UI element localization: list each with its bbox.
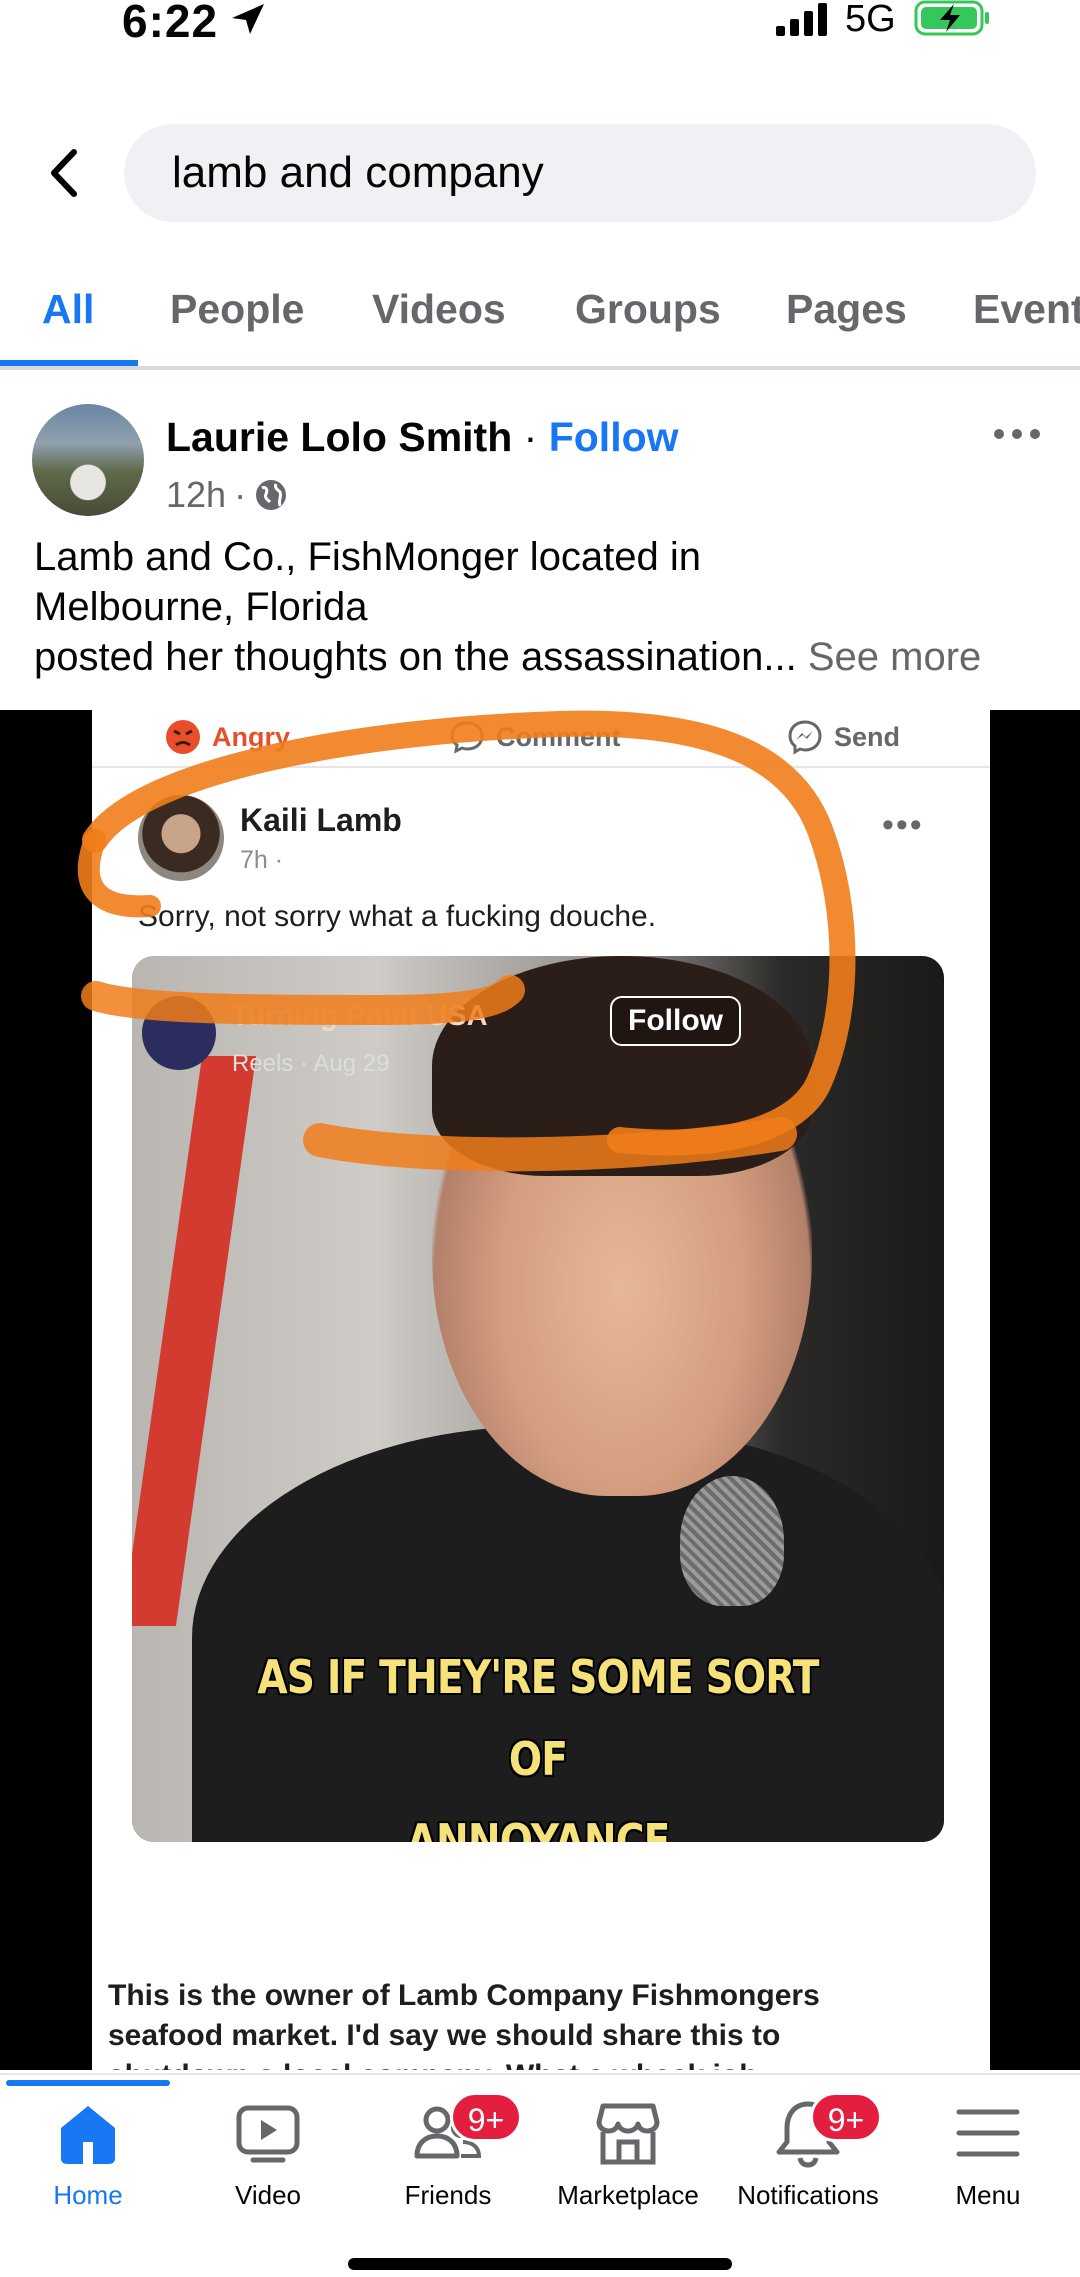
embedded-bottom-text: This is the owner of Lamb Company Fishmo…	[108, 1976, 968, 2070]
signal-icon	[776, 3, 827, 36]
friends-badge: 9+	[450, 2092, 522, 2142]
status-bar: 6:22 5G	[0, 0, 1080, 50]
post-time[interactable]: 12h	[166, 474, 226, 516]
microphone	[680, 1476, 784, 1606]
tab-groups[interactable]: Groups	[575, 286, 721, 333]
separator-dot: ·	[523, 414, 538, 460]
embedded-post-time: 7h ·	[240, 846, 284, 874]
home-indicator	[348, 2258, 732, 2270]
video-icon	[236, 2105, 300, 2163]
embedded-angry-label: Angry	[212, 721, 291, 752]
tab-events[interactable]: Event	[973, 286, 1080, 333]
globe-icon	[256, 480, 287, 510]
marketplace-icon	[596, 2103, 660, 2165]
search-filter-tabs: All People Videos Groups Pages Event	[0, 268, 1080, 370]
embedded-bottom-line: seafood market. I'd say we should share …	[108, 2019, 781, 2052]
nav-label: Marketplace	[557, 2180, 699, 2210]
home-icon	[61, 2106, 115, 2164]
nav-label: Video	[234, 2180, 302, 2210]
active-tab-indicator	[0, 360, 138, 366]
post-text-line: posted her thoughts on the assassination…	[34, 632, 1054, 682]
nav-friends[interactable]: Friends 9+	[358, 2092, 538, 2211]
nav-notifications[interactable]: Notifications 9+	[718, 2092, 898, 2211]
embedded-angry-reaction: Angry	[164, 718, 290, 756]
notifications-badge: 9+	[810, 2092, 882, 2142]
video-follow-badge: Follow	[610, 996, 741, 1046]
video-subtitle: AS IF THEY'RE SOME SORT OF ANNOYANCE	[227, 1636, 849, 1842]
tab-videos[interactable]: Videos	[372, 286, 506, 333]
video-page-name: Turning Point USA	[232, 1000, 488, 1032]
post-text-line-content: posted her thoughts on the assassination…	[34, 635, 797, 679]
embedded-author-avatar	[138, 795, 224, 881]
tab-people[interactable]: People	[170, 286, 304, 333]
embedded-screenshot: Angry Comment Send Kaili Lamb 7h · ••• S…	[92, 710, 990, 2070]
embedded-video-frame: Turning Point USA Reels · Aug 29 Follow …	[132, 956, 944, 1842]
post-meta: 12h ·	[166, 474, 288, 516]
nav-label: Notifications	[737, 2180, 879, 2210]
video-meta: Reels · Aug 29	[232, 1050, 390, 1077]
post-author-name[interactable]: Laurie Lolo Smith	[166, 414, 512, 460]
embedded-caption: Sorry, not sorry what a fucking douche.	[138, 900, 657, 933]
angry-emoji-icon	[166, 720, 200, 754]
embedded-bottom-line: This is the owner of Lamb Company Fishmo…	[108, 1979, 820, 2012]
author-avatar[interactable]	[32, 404, 144, 516]
separator-dot: ·	[234, 474, 247, 515]
nav-label: Friends	[404, 2180, 492, 2210]
nav-video[interactable]: Video	[178, 2098, 358, 2211]
tab-all[interactable]: All	[42, 286, 94, 333]
post-text-line: Melbourne, Florida	[34, 585, 368, 629]
menu-icon	[956, 2109, 1020, 2157]
nav-home[interactable]: Home	[0, 2098, 178, 2211]
embedded-author-name: Kaili Lamb	[240, 802, 402, 838]
nav-menu[interactable]: Menu	[898, 2098, 1078, 2211]
tab-pages[interactable]: Pages	[786, 286, 907, 333]
embedded-send-label: Send	[834, 721, 901, 752]
video-subtitle-line: AS IF THEY'RE SOME SORT OF	[257, 1650, 819, 1786]
more-options-icon[interactable]	[990, 414, 1044, 454]
follow-button[interactable]: Follow	[549, 414, 679, 460]
nav-marketplace[interactable]: Marketplace	[538, 2098, 718, 2211]
post-text: Lamb and Co., FishMonger located in Melb…	[34, 532, 1054, 682]
nav-label: Home	[53, 2180, 123, 2210]
post-author-line: Laurie Lolo Smith · Follow	[166, 414, 679, 461]
embedded-bottom-line: shutdown a local company. What a whack j…	[108, 2056, 968, 2070]
battery-charging-icon	[914, 0, 989, 36]
embedded-comment-action: Comment	[448, 718, 621, 756]
nav-label: Menu	[955, 2180, 1021, 2210]
embedded-send-action: Send	[786, 718, 900, 756]
embedded-more-icon: •••	[882, 806, 924, 844]
post-text-line: Lamb and Co., FishMonger located in	[34, 535, 702, 579]
embedded-reaction-bar: Angry Comment Send	[92, 710, 990, 768]
back-chevron-icon[interactable]	[38, 138, 88, 208]
status-time: 6:22	[122, 0, 219, 47]
search-query[interactable]: lamb and company	[172, 148, 544, 198]
turning-point-logo	[142, 996, 216, 1070]
embedded-comment-label: Comment	[496, 721, 621, 752]
see-more-link[interactable]: See more	[808, 635, 981, 679]
active-nav-indicator	[6, 2080, 170, 2086]
video-subtitle-line: ANNOYANCE	[406, 1814, 671, 1842]
location-arrow-icon	[232, 4, 264, 34]
network-type: 5G	[845, 0, 896, 40]
video-person-hair	[432, 956, 812, 1176]
messenger-icon	[788, 720, 822, 755]
post-image[interactable]: Angry Comment Send Kaili Lamb 7h · ••• S…	[0, 710, 1080, 2070]
comment-icon	[450, 721, 484, 754]
